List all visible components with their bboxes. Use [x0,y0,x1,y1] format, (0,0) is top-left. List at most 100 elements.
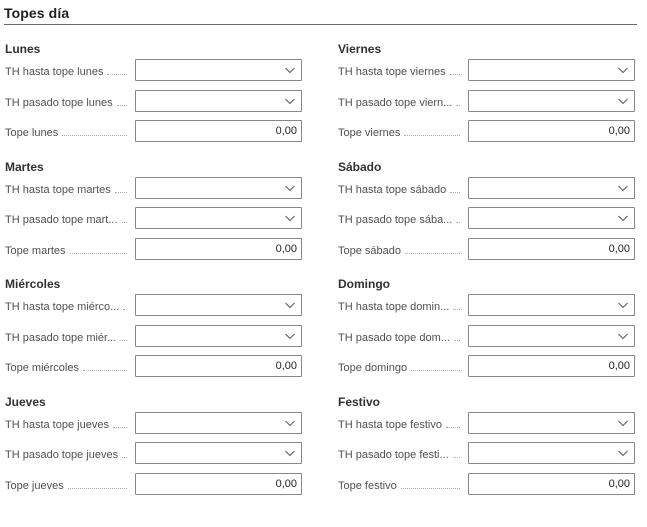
label-leader-dots [411,360,460,371]
field-row: Tope jueves 0,00 [5,471,305,502]
field-row: Tope domingo 0,00 [338,353,638,384]
label-leader-dots [116,95,127,106]
dropdown-select[interactable] [468,411,635,434]
field-label-text: Tope miércoles [5,362,79,374]
field-value: 0,00 [608,125,630,137]
left-column: Lunes TH hasta tope lunes TH pasado tope l… [5,35,305,505]
field-group: Viernes TH hasta tope viernes TH pasado to… [338,35,638,153]
field-label: TH pasado tope jueves [5,447,131,463]
number-input[interactable]: 0,00 [135,120,302,142]
field-label: TH pasado tope miér... [5,330,131,346]
dropdown-select[interactable] [468,294,635,316]
number-input[interactable]: 0,00 [135,472,302,495]
field-label: TH hasta tope miérco... [5,299,131,315]
field-label-text: TH hasta tope viernes [338,66,446,78]
chevron-down-icon[interactable] [617,64,629,76]
field-value: 0,00 [608,242,630,255]
field-label: Tope lunes [5,125,131,141]
field-group: Miércoles TH hasta tope miérco... TH pasad… [5,270,305,388]
chevron-down-icon[interactable] [284,212,296,224]
field-row: TH hasta tope festivo [338,410,638,441]
field-label: TH hasta tope lunes [5,64,131,80]
chevron-down-icon[interactable] [617,447,629,459]
field-label-text: TH pasado tope viern... [338,96,453,109]
label-leader-dots [123,299,127,310]
label-leader-dots [405,243,460,254]
field-label: Tope viernes [338,125,464,141]
label-leader-dots [449,64,460,75]
dropdown-select[interactable] [468,324,635,347]
field-row: TH hasta tope miérco... [5,292,305,323]
field-value: 0,00 [275,360,297,372]
number-input[interactable]: 0,00 [468,237,635,260]
label-leader-dots [114,182,127,193]
field-label: TH hasta tope martes [5,182,131,198]
chevron-down-icon[interactable] [617,417,629,429]
chevron-down-icon[interactable] [617,182,629,194]
group-title: Martes [5,159,44,174]
field-label: Tope miércoles [5,360,131,376]
dropdown-select[interactable] [135,411,302,434]
field-label-text: Tope lunes [5,127,59,139]
number-input[interactable]: 0,00 [135,237,302,260]
field-label: Tope jueves [5,478,131,494]
number-input[interactable]: 0,00 [468,120,635,142]
field-value: 0,00 [275,242,297,255]
chevron-down-icon[interactable] [284,447,296,459]
label-leader-dots [120,330,127,341]
group-title: Domingo [338,277,390,291]
dropdown-select[interactable] [468,442,635,464]
section-header[interactable]: Topes día [4,4,637,25]
chevron-down-icon[interactable] [617,330,629,342]
field-label: Tope festivo [338,478,464,494]
field-label-text: TH hasta tope miérco... [5,301,120,313]
chevron-down-icon[interactable] [284,299,296,311]
field-row: TH pasado tope jueves [5,440,305,471]
chevron-down-icon[interactable] [284,182,296,194]
field-value: 0,00 [608,360,630,372]
number-input[interactable]: 0,00 [468,355,635,377]
field-row: Tope miércoles 0,00 [5,353,305,384]
dropdown-select[interactable] [135,442,302,464]
field-label: Tope domingo [338,360,464,376]
number-input[interactable]: 0,00 [135,355,302,377]
field-label: TH pasado tope sába... [338,212,464,228]
field-label-text: TH hasta tope domin... [338,301,450,313]
dropdown-select[interactable] [135,89,302,112]
dropdown-select[interactable] [468,176,635,199]
dropdown-select[interactable] [135,59,302,81]
label-leader-dots [400,478,460,489]
chevron-down-icon[interactable] [284,417,296,429]
field-row: TH hasta tope viernes [338,57,638,88]
number-input[interactable]: 0,00 [468,472,635,495]
field-label: TH pasado tope viern... [338,95,464,111]
field-row: TH hasta tope martes [5,175,305,206]
field-row: TH pasado tope sába... [338,205,638,236]
chevron-down-icon[interactable] [284,330,296,342]
chevron-down-icon[interactable] [284,95,296,107]
field-row: Tope festivo 0,00 [338,471,638,502]
dropdown-select[interactable] [468,207,635,229]
field-label-text: TH hasta tope lunes [5,66,104,78]
dropdown-select[interactable] [135,207,302,229]
field-label: TH hasta tope viernes [338,64,464,80]
field-label-text: TH pasado tope mart... [5,214,118,226]
label-leader-dots [456,95,460,106]
field-label-text: Tope martes [5,244,66,257]
dropdown-select[interactable] [135,176,302,199]
dropdown-select[interactable] [135,324,302,347]
label-leader-dots [67,478,127,489]
chevron-down-icon[interactable] [617,299,629,311]
section-title[interactable]: Topes día [4,4,69,24]
dropdown-select[interactable] [468,89,635,112]
field-row: Tope viernes 0,00 [338,118,638,149]
field-row: TH hasta tope sábado [338,175,638,206]
dropdown-select[interactable] [468,59,635,81]
field-value: 0,00 [275,477,297,490]
chevron-down-icon[interactable] [284,64,296,76]
dropdown-select[interactable] [135,294,302,316]
label-leader-dots [121,212,127,223]
field-row: TH pasado tope mart... [5,205,305,236]
chevron-down-icon[interactable] [617,95,629,107]
chevron-down-icon[interactable] [617,212,629,224]
